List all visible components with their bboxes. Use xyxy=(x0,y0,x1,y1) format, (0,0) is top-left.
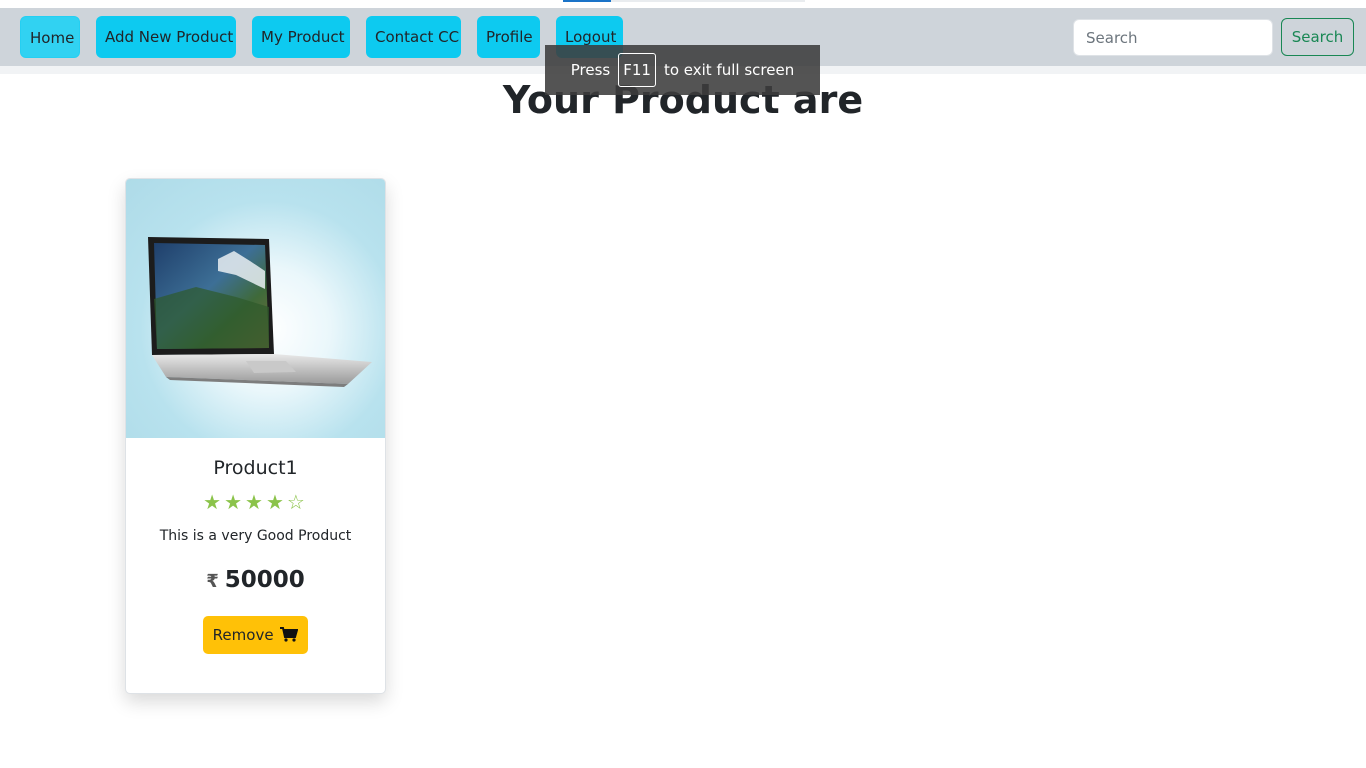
scroll-track xyxy=(611,0,805,2)
cart-icon xyxy=(280,627,299,642)
laptop-image xyxy=(126,179,385,438)
search-button[interactable]: Search xyxy=(1281,18,1354,56)
laptop-illustration xyxy=(148,237,372,387)
toast-key: F11 xyxy=(618,53,656,87)
scroll-indicator xyxy=(563,0,611,2)
product-price: ₹50000 xyxy=(126,564,385,598)
search-input[interactable] xyxy=(1073,19,1273,56)
remove-label: Remove xyxy=(212,626,274,644)
nav-add-new-product-button[interactable]: Add New Product xyxy=(96,16,236,58)
star-filled-icon: ★ xyxy=(203,490,225,514)
nav-my-product-button[interactable]: My Product xyxy=(252,16,350,58)
star-filled-icon: ★ xyxy=(265,490,287,514)
product-title: Product1 xyxy=(213,457,298,479)
toast-suffix: to exit full screen xyxy=(663,61,795,79)
nav-home-button[interactable]: Home xyxy=(20,16,80,58)
remove-button[interactable]: Remove xyxy=(203,616,308,654)
star-filled-icon: ★ xyxy=(245,490,266,514)
product-card: Product1 ★★★★☆ This is a very Good Produ… xyxy=(125,178,386,694)
star-filled-icon: ★ xyxy=(224,490,246,514)
nav-contact-cc-button[interactable]: Contact CC xyxy=(366,16,461,58)
nav-profile-button[interactable]: Profile xyxy=(477,16,540,58)
price-value: 50000 xyxy=(224,567,305,593)
rupee-icon: ₹ xyxy=(206,571,219,592)
fullscreen-toast: Press F11 to exit full screen xyxy=(545,45,820,95)
product-description: This is a very Good Product xyxy=(159,528,352,544)
toast-prefix: Press xyxy=(570,61,611,79)
top-strip xyxy=(0,0,1366,8)
rating-stars: ★★★★☆ xyxy=(126,489,385,515)
star-empty-icon: ☆ xyxy=(286,490,308,514)
